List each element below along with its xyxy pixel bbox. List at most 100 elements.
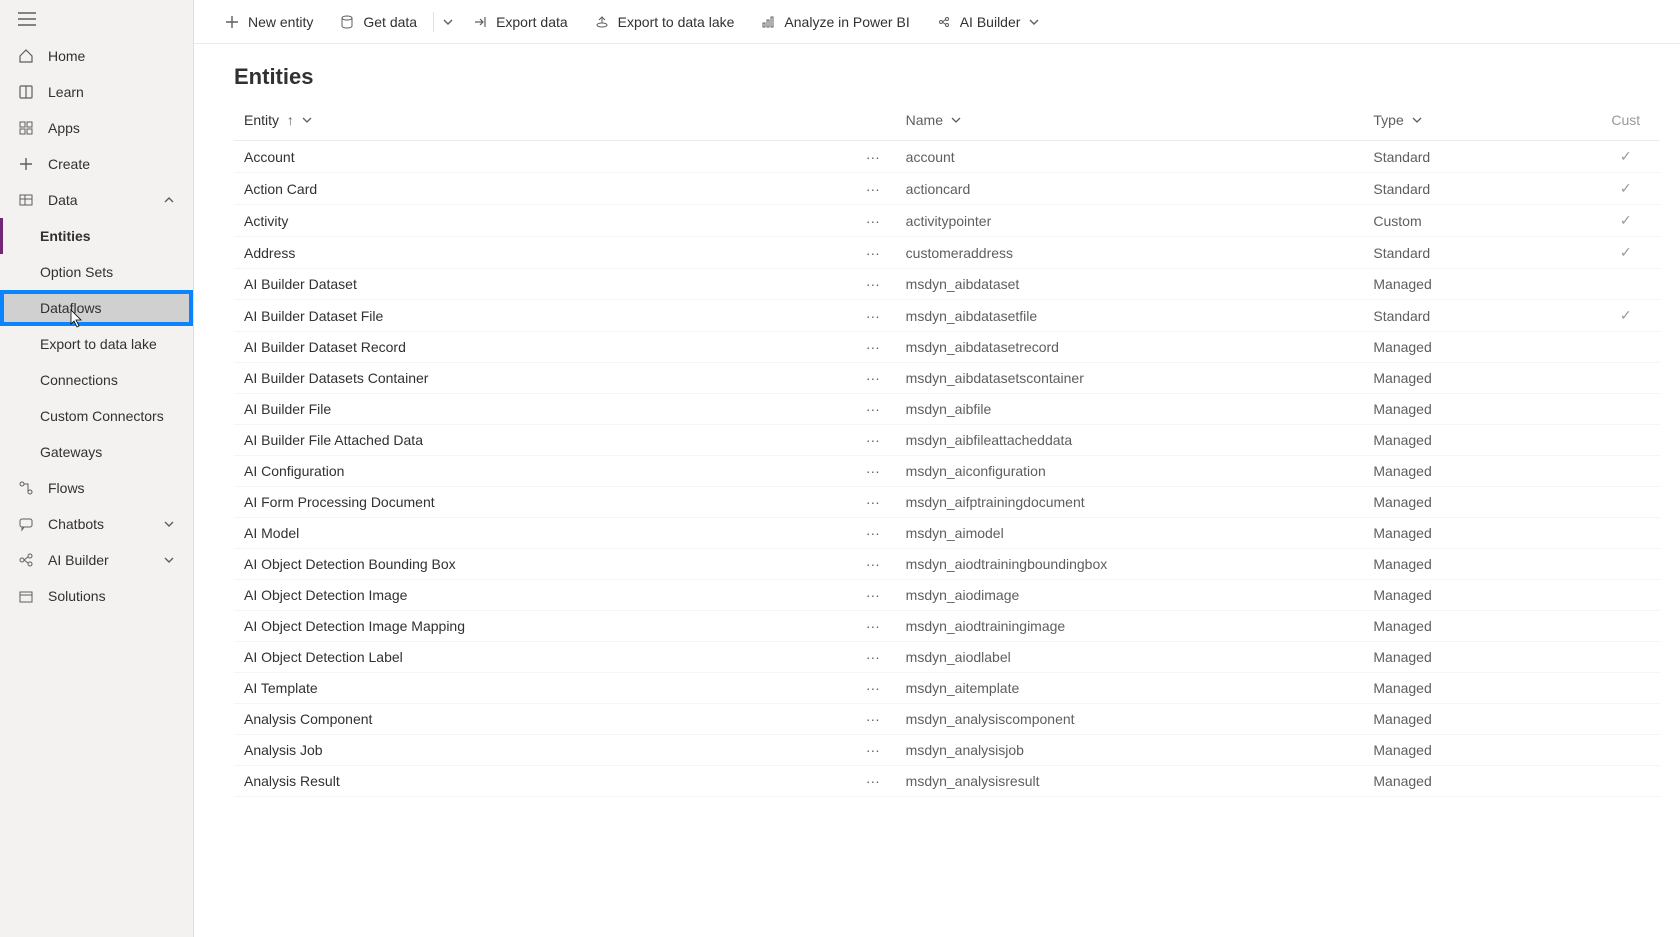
table-row[interactable]: AI Builder File Attached Data···msdyn_ai… [234, 425, 1660, 456]
row-more-button[interactable]: ··· [850, 269, 896, 300]
sidebar-item-ai-builder[interactable]: AI Builder [0, 542, 193, 578]
cell-entity[interactable]: AI Builder Dataset Record [234, 332, 850, 363]
row-more-button[interactable]: ··· [850, 332, 896, 363]
cell-entity[interactable]: Address [234, 237, 850, 269]
sidebar-sub-custom-connectors[interactable]: Custom Connectors [0, 398, 193, 434]
cell-entity[interactable]: AI Object Detection Label [234, 642, 850, 673]
row-more-button[interactable]: ··· [850, 487, 896, 518]
get-data-dropdown[interactable] [433, 12, 456, 32]
sidebar-item-solutions[interactable]: Solutions [0, 578, 193, 614]
table-row[interactable]: Analysis Component···msdyn_analysiscompo… [234, 704, 1660, 735]
cell-entity[interactable]: AI Builder File Attached Data [234, 425, 850, 456]
plus-icon [224, 14, 240, 30]
cell-entity[interactable]: AI Builder Datasets Container [234, 363, 850, 394]
sidebar-item-data[interactable]: Data [0, 182, 193, 218]
row-more-button[interactable]: ··· [850, 300, 896, 332]
analyze-button[interactable]: Analyze in Power BI [750, 8, 919, 36]
lake-icon [594, 14, 610, 30]
row-more-button[interactable]: ··· [850, 735, 896, 766]
cell-entity[interactable]: AI Object Detection Bounding Box [234, 549, 850, 580]
row-more-button[interactable]: ··· [850, 363, 896, 394]
row-more-button[interactable]: ··· [850, 580, 896, 611]
ai-builder-button[interactable]: AI Builder [926, 8, 1051, 36]
sidebar-sub-gateways[interactable]: Gateways [0, 434, 193, 470]
sidebar-sub-entities[interactable]: Entities [0, 218, 193, 254]
cell-entity[interactable]: Analysis Job [234, 735, 850, 766]
table-row[interactable]: Analysis Result···msdyn_analysisresultMa… [234, 766, 1660, 797]
hamburger-menu[interactable] [0, 0, 193, 38]
cell-type: Standard [1363, 141, 1591, 173]
table-row[interactable]: Analysis Job···msdyn_analysisjobManaged [234, 735, 1660, 766]
cell-entity[interactable]: AI Builder Dataset File [234, 300, 850, 332]
cell-check [1592, 735, 1660, 766]
row-more-button[interactable]: ··· [850, 456, 896, 487]
cell-entity[interactable]: Analysis Result [234, 766, 850, 797]
chat-icon [18, 516, 34, 532]
table-row[interactable]: AI Builder Datasets Container···msdyn_ai… [234, 363, 1660, 394]
cell-entity[interactable]: Activity [234, 205, 850, 237]
table-row[interactable]: AI Object Detection Image···msdyn_aiodim… [234, 580, 1660, 611]
table-row[interactable]: AI Form Processing Document···msdyn_aifp… [234, 487, 1660, 518]
row-more-button[interactable]: ··· [850, 237, 896, 269]
cell-entity[interactable]: AI Configuration [234, 456, 850, 487]
table-row[interactable]: AI Template···msdyn_aitemplateManaged [234, 673, 1660, 704]
table-row[interactable]: Account···accountStandard✓ [234, 141, 1660, 173]
sidebar-sub-option-sets[interactable]: Option Sets [0, 254, 193, 290]
table-row[interactable]: AI Object Detection Bounding Box···msdyn… [234, 549, 1660, 580]
cell-entity[interactable]: AI Object Detection Image Mapping [234, 611, 850, 642]
sidebar-sub-dataflows[interactable]: Dataflows [0, 290, 193, 326]
table-row[interactable]: AI Builder Dataset···msdyn_aibdatasetMan… [234, 269, 1660, 300]
cell-entity[interactable]: Action Card [234, 173, 850, 205]
row-more-button[interactable]: ··· [850, 173, 896, 205]
sidebar-sub-connections[interactable]: Connections [0, 362, 193, 398]
new-entity-button[interactable]: New entity [214, 8, 323, 36]
cmd-label: AI Builder [960, 14, 1021, 30]
sidebar-item-apps[interactable]: Apps [0, 110, 193, 146]
row-more-button[interactable]: ··· [850, 642, 896, 673]
row-more-button[interactable]: ··· [850, 394, 896, 425]
cell-entity[interactable]: AI Model [234, 518, 850, 549]
table-row[interactable]: AI Configuration···msdyn_aiconfiguration… [234, 456, 1660, 487]
sidebar-item-home[interactable]: Home [0, 38, 193, 74]
cell-entity[interactable]: Analysis Component [234, 704, 850, 735]
sidebar-item-learn[interactable]: Learn [0, 74, 193, 110]
cell-entity[interactable]: AI Form Processing Document [234, 487, 850, 518]
table-row[interactable]: AI Object Detection Image Mapping···msdy… [234, 611, 1660, 642]
sidebar-item-create[interactable]: Create [0, 146, 193, 182]
header-name[interactable]: Name [896, 100, 1364, 141]
cell-type: Managed [1363, 363, 1591, 394]
sidebar-item-chatbots[interactable]: Chatbots [0, 506, 193, 542]
get-data-button[interactable]: Get data [329, 8, 427, 36]
table-row[interactable]: Action Card···actioncardStandard✓ [234, 173, 1660, 205]
row-more-button[interactable]: ··· [850, 425, 896, 456]
cell-entity[interactable]: AI Object Detection Image [234, 580, 850, 611]
row-more-button[interactable]: ··· [850, 673, 896, 704]
header-entity[interactable]: Entity ↑ [234, 100, 850, 141]
table-row[interactable]: AI Builder Dataset Record···msdyn_aibdat… [234, 332, 1660, 363]
cell-entity[interactable]: AI Builder Dataset [234, 269, 850, 300]
row-more-button[interactable]: ··· [850, 518, 896, 549]
table-row[interactable]: AI Builder Dataset File···msdyn_aibdatas… [234, 300, 1660, 332]
cell-entity[interactable]: AI Builder File [234, 394, 850, 425]
row-more-button[interactable]: ··· [850, 704, 896, 735]
sidebar-sub-export-lake[interactable]: Export to data lake [0, 326, 193, 362]
row-more-button[interactable]: ··· [850, 141, 896, 173]
export-icon [472, 14, 488, 30]
sidebar-item-flows[interactable]: Flows [0, 470, 193, 506]
row-more-button[interactable]: ··· [850, 205, 896, 237]
row-more-button[interactable]: ··· [850, 611, 896, 642]
header-type[interactable]: Type [1363, 100, 1591, 141]
table-row[interactable]: AI Model···msdyn_aimodelManaged [234, 518, 1660, 549]
table-row[interactable]: AI Builder File···msdyn_aibfileManaged [234, 394, 1660, 425]
cell-entity[interactable]: Account [234, 141, 850, 173]
header-customizable[interactable]: Cust [1592, 100, 1660, 141]
row-more-button[interactable]: ··· [850, 549, 896, 580]
cell-name: actioncard [896, 173, 1364, 205]
table-row[interactable]: Activity···activitypointerCustom✓ [234, 205, 1660, 237]
export-data-button[interactable]: Export data [462, 8, 578, 36]
table-row[interactable]: AI Object Detection Label···msdyn_aiodla… [234, 642, 1660, 673]
table-row[interactable]: Address···customeraddressStandard✓ [234, 237, 1660, 269]
export-lake-button[interactable]: Export to data lake [584, 8, 745, 36]
cell-entity[interactable]: AI Template [234, 673, 850, 704]
row-more-button[interactable]: ··· [850, 766, 896, 797]
